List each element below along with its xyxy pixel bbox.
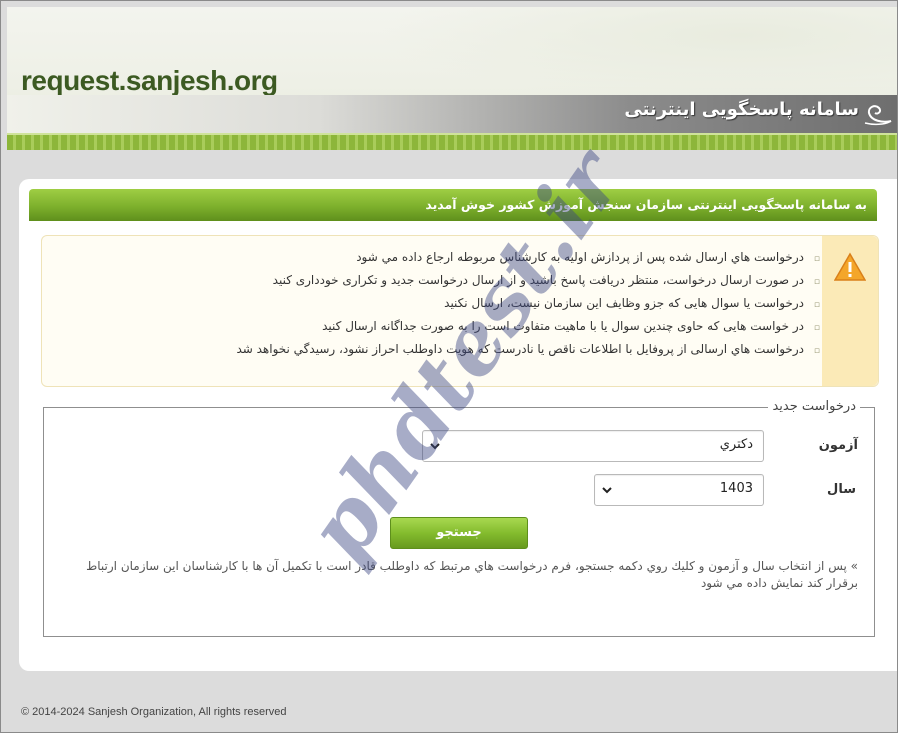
notice-item-text: درخواست يا سوال هايی که جزو وظايف اين سا… [444, 296, 804, 310]
bullet-icon: ▫ [813, 277, 820, 287]
welcome-bar: به سامانه پاسخگويی اينترنتی سازمان سنجش … [29, 189, 877, 221]
search-button[interactable]: جستجو [390, 517, 528, 549]
new-request-fieldset: درخواست جديد آزمون دکتري سال 1403 جستجو … [43, 399, 875, 637]
exam-select[interactable]: دکتري [422, 430, 764, 462]
bullet-icon: ▫ [813, 254, 820, 264]
notice-item-text: درخواست هاي ارسال شده پس از پردازش اوليه… [356, 250, 804, 264]
warning-icon [834, 252, 866, 281]
fieldset-legend: درخواست جديد [768, 399, 860, 414]
notice-item-text: درخواست هاي ارسالی از پروفايل با اطلاعات… [236, 342, 804, 356]
notice-item: ▫ در خواست هايی که حاوی چندين سوال يا با … [236, 315, 820, 338]
help-text: » پس از انتخاب سال و آزمون و کليك روي دک… [86, 559, 858, 590]
notice-item-text: در صورت ارسال درخواست، منتظر دريافت پاسخ… [272, 273, 804, 287]
notice-item: ▫ درخواست هاي ارسالی از پروفايل با اطلاعا… [236, 338, 820, 361]
year-select[interactable]: 1403 [594, 474, 764, 506]
site-logo-url[interactable]: request.sanjesh.org [21, 65, 278, 97]
chevron-down-icon [430, 443, 440, 450]
bullet-icon: ▫ [813, 346, 820, 356]
year-select-value: 1403 [719, 481, 753, 496]
notice-item-text: در خواست هايی که حاوی چندين سوال يا با م… [322, 319, 804, 333]
chevron-down-icon [602, 487, 612, 494]
system-title: سامانه پاسخگويی اينترنتی [624, 99, 859, 120]
page-frame: request.sanjesh.org سامانه پاسخگويی اينت… [0, 0, 898, 733]
exam-select-value: دکتري [719, 437, 753, 452]
bullet-icon: ▫ [813, 323, 820, 333]
site-header: request.sanjesh.org سامانه پاسخگويی اينت… [7, 7, 897, 150]
notice-box: ▫ درخواست هاي ارسال شده پس از پردازش اولي… [41, 235, 879, 387]
swirl-ornament-icon [864, 105, 892, 126]
header-decoration [377, 7, 897, 102]
notice-icon-column [822, 236, 878, 386]
footer-copyright: © 2014-2024 Sanjesh Organization, All ri… [21, 706, 287, 718]
year-label: سال [827, 482, 856, 497]
notice-item: ▫ در صورت ارسال درخواست، منتظر دريافت پاس… [236, 269, 820, 292]
exam-label: آزمون [818, 438, 858, 453]
welcome-text: به سامانه پاسخگويی اينترنتی سازمان سنجش … [425, 197, 867, 212]
notice-item: ▫ درخواست هاي ارسال شده پس از پردازش اولي… [236, 246, 820, 269]
notice-item: ▫ درخواست يا سوال هايی که جزو وظايف اين س… [236, 292, 820, 315]
notice-list: ▫ درخواست هاي ارسال شده پس از پردازش اولي… [236, 246, 820, 361]
header-green-stripe [7, 133, 897, 150]
bullet-icon: ▫ [813, 300, 820, 310]
